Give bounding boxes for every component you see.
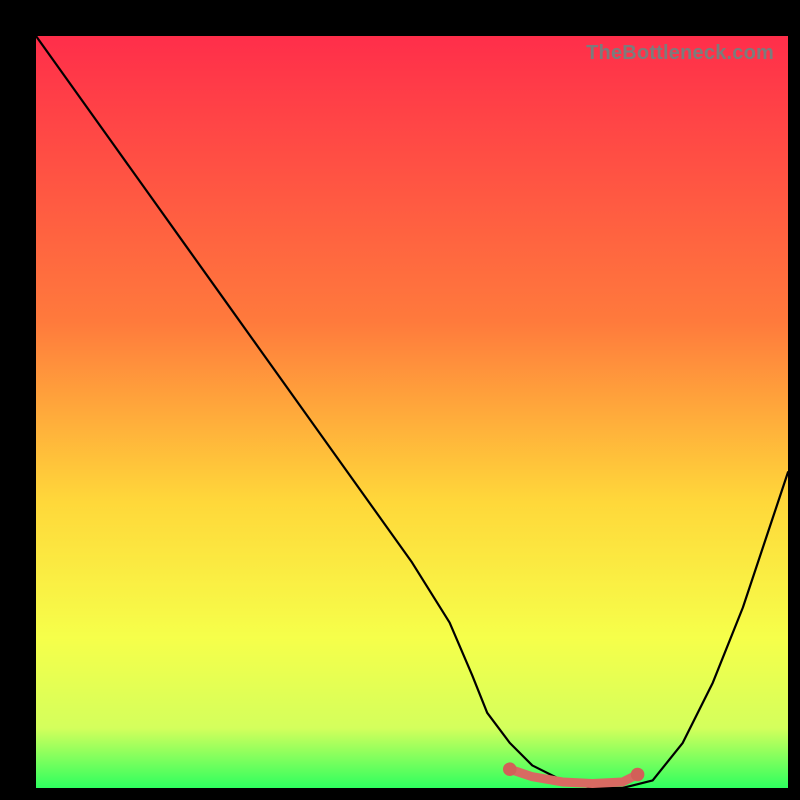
chart-curves bbox=[36, 36, 788, 788]
watermark-label: TheBottleneck.com bbox=[586, 42, 774, 65]
mismatch-curve bbox=[36, 36, 788, 788]
chart-frame: TheBottleneck.com bbox=[12, 12, 788, 788]
plot-area: TheBottleneck.com bbox=[36, 36, 788, 788]
optimal-range-start-dot bbox=[503, 762, 517, 776]
optimal-range-end-dot bbox=[631, 768, 645, 782]
optimal-range-marker bbox=[510, 769, 638, 783]
